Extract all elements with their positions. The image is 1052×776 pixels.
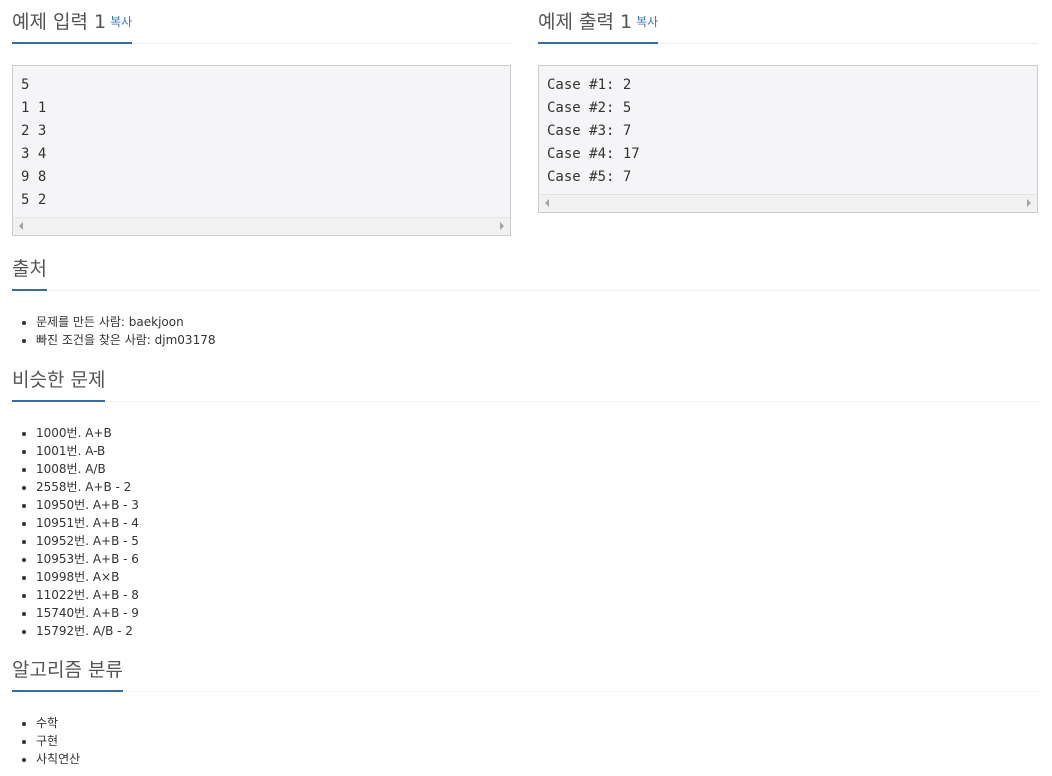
sample-output-box[interactable]: Case #1: 2 Case #2: 5 Case #3: 7 Case #4: 1… bbox=[538, 65, 1038, 213]
samples-row: 예제 입력 1 복사 5 1 1 2 3 3 4 9 8 5 2 예제 출력 1 복사 Cas… bbox=[12, 0, 1039, 240]
sample-input-lines: 5 1 1 2 3 3 4 9 8 5 2 bbox=[13, 66, 510, 212]
similar-problem-link[interactable]: 15740번. A+B - 9 bbox=[36, 604, 1039, 622]
algorithm-tag-link[interactable]: 수학 bbox=[36, 714, 1039, 732]
sample-input-headline: 예제 입력 1 복사 bbox=[12, 0, 511, 44]
sample-output-line: Case #3: 7 bbox=[547, 123, 632, 139]
list-item: 빠진 조건을 찾은 사람: djm03178 bbox=[36, 331, 1039, 349]
sample-input-line: 5 2 bbox=[21, 192, 47, 208]
algorithm-tag-link[interactable]: 사칙연산 bbox=[36, 750, 1039, 768]
similar-problem-link[interactable]: 1000번. A+B bbox=[36, 424, 1039, 442]
sample-input-scrollbar[interactable] bbox=[13, 217, 510, 235]
similar-problem-link[interactable]: 10952번. A+B - 5 bbox=[36, 532, 1039, 550]
similar-problem-link[interactable]: 10950번. A+B - 3 bbox=[36, 496, 1039, 514]
sample-input-title: 예제 입력 1 복사 bbox=[12, 0, 133, 44]
similar-problem-link[interactable]: 10998번. A×B bbox=[36, 568, 1039, 586]
sample-output-headline: 예제 출력 1 복사 bbox=[538, 0, 1038, 44]
similar-section: 비슷한 문제 1000번. A+B 1001번. A-B 1008번. A/B … bbox=[12, 358, 1039, 640]
sample-output-line: Case #2: 5 bbox=[547, 100, 632, 116]
algorithm-section: 알고리즘 분류 수학 구현 사칙연산 bbox=[12, 648, 1039, 768]
sample-input-line: 5 bbox=[21, 77, 30, 93]
algorithm-headline: 알고리즘 분류 bbox=[12, 648, 1039, 692]
sample-output-lines: Case #1: 2 Case #2: 5 Case #3: 7 Case #4: 1… bbox=[539, 66, 1037, 189]
similar-problem-link[interactable]: 1001번. A-B bbox=[36, 442, 1039, 460]
scroll-right-arrow-icon[interactable] bbox=[1027, 199, 1031, 207]
sample-output-title: 예제 출력 1 복사 bbox=[538, 0, 659, 44]
scroll-right-arrow-icon[interactable] bbox=[500, 222, 504, 230]
sample-output-line: Case #4: 17 bbox=[547, 146, 640, 162]
source-list: 문제를 만든 사람: baekjoon 빠진 조건을 찾은 사람: djm031… bbox=[12, 313, 1039, 349]
similar-list: 1000번. A+B 1001번. A-B 1008번. A/B 2558번. … bbox=[12, 424, 1039, 640]
sample-output-line: Case #1: 2 bbox=[547, 77, 632, 93]
algorithm-list: 수학 구현 사칙연산 bbox=[12, 714, 1039, 768]
copy-input-button[interactable]: 복사 bbox=[110, 15, 132, 29]
source-section: 출처 문제를 만든 사람: baekjoon 빠진 조건을 찾은 사람: djm… bbox=[12, 247, 1039, 349]
similar-problem-link[interactable]: 10951번. A+B - 4 bbox=[36, 514, 1039, 532]
algorithm-tag-link[interactable]: 구현 bbox=[36, 732, 1039, 750]
source-title: 출처 bbox=[12, 247, 47, 291]
similar-title: 비슷한 문제 bbox=[12, 358, 106, 402]
sample-input-line: 1 1 bbox=[21, 100, 47, 116]
scroll-left-arrow-icon[interactable] bbox=[19, 222, 23, 230]
similar-problem-link[interactable]: 11022번. A+B - 8 bbox=[36, 586, 1039, 604]
similar-problem-link[interactable]: 15792번. A/B - 2 bbox=[36, 622, 1039, 640]
scroll-left-arrow-icon[interactable] bbox=[545, 199, 549, 207]
similar-problem-link[interactable]: 10953번. A+B - 6 bbox=[36, 550, 1039, 568]
source-headline: 출처 bbox=[12, 247, 1039, 291]
sample-input-line: 2 3 bbox=[21, 123, 47, 139]
algorithm-title: 알고리즘 분류 bbox=[12, 648, 123, 692]
copy-output-button[interactable]: 복사 bbox=[636, 15, 658, 29]
list-item: 문제를 만든 사람: baekjoon bbox=[36, 313, 1039, 331]
sample-input-line: 9 8 bbox=[21, 169, 47, 185]
sample-input-box[interactable]: 5 1 1 2 3 3 4 9 8 5 2 bbox=[12, 65, 511, 236]
similar-headline: 비슷한 문제 bbox=[12, 358, 1039, 402]
similar-problem-link[interactable]: 2558번. A+B - 2 bbox=[36, 478, 1039, 496]
sample-output-section: 예제 출력 1 복사 Case #1: 2 Case #2: 5 Case #3: 7… bbox=[538, 0, 1038, 213]
sample-input-section: 예제 입력 1 복사 5 1 1 2 3 3 4 9 8 5 2 bbox=[12, 0, 511, 236]
similar-problem-link[interactable]: 1008번. A/B bbox=[36, 460, 1039, 478]
sample-output-scrollbar[interactable] bbox=[539, 194, 1037, 212]
sample-output-line: Case #5: 7 bbox=[547, 169, 632, 185]
sample-input-line: 3 4 bbox=[21, 146, 47, 162]
